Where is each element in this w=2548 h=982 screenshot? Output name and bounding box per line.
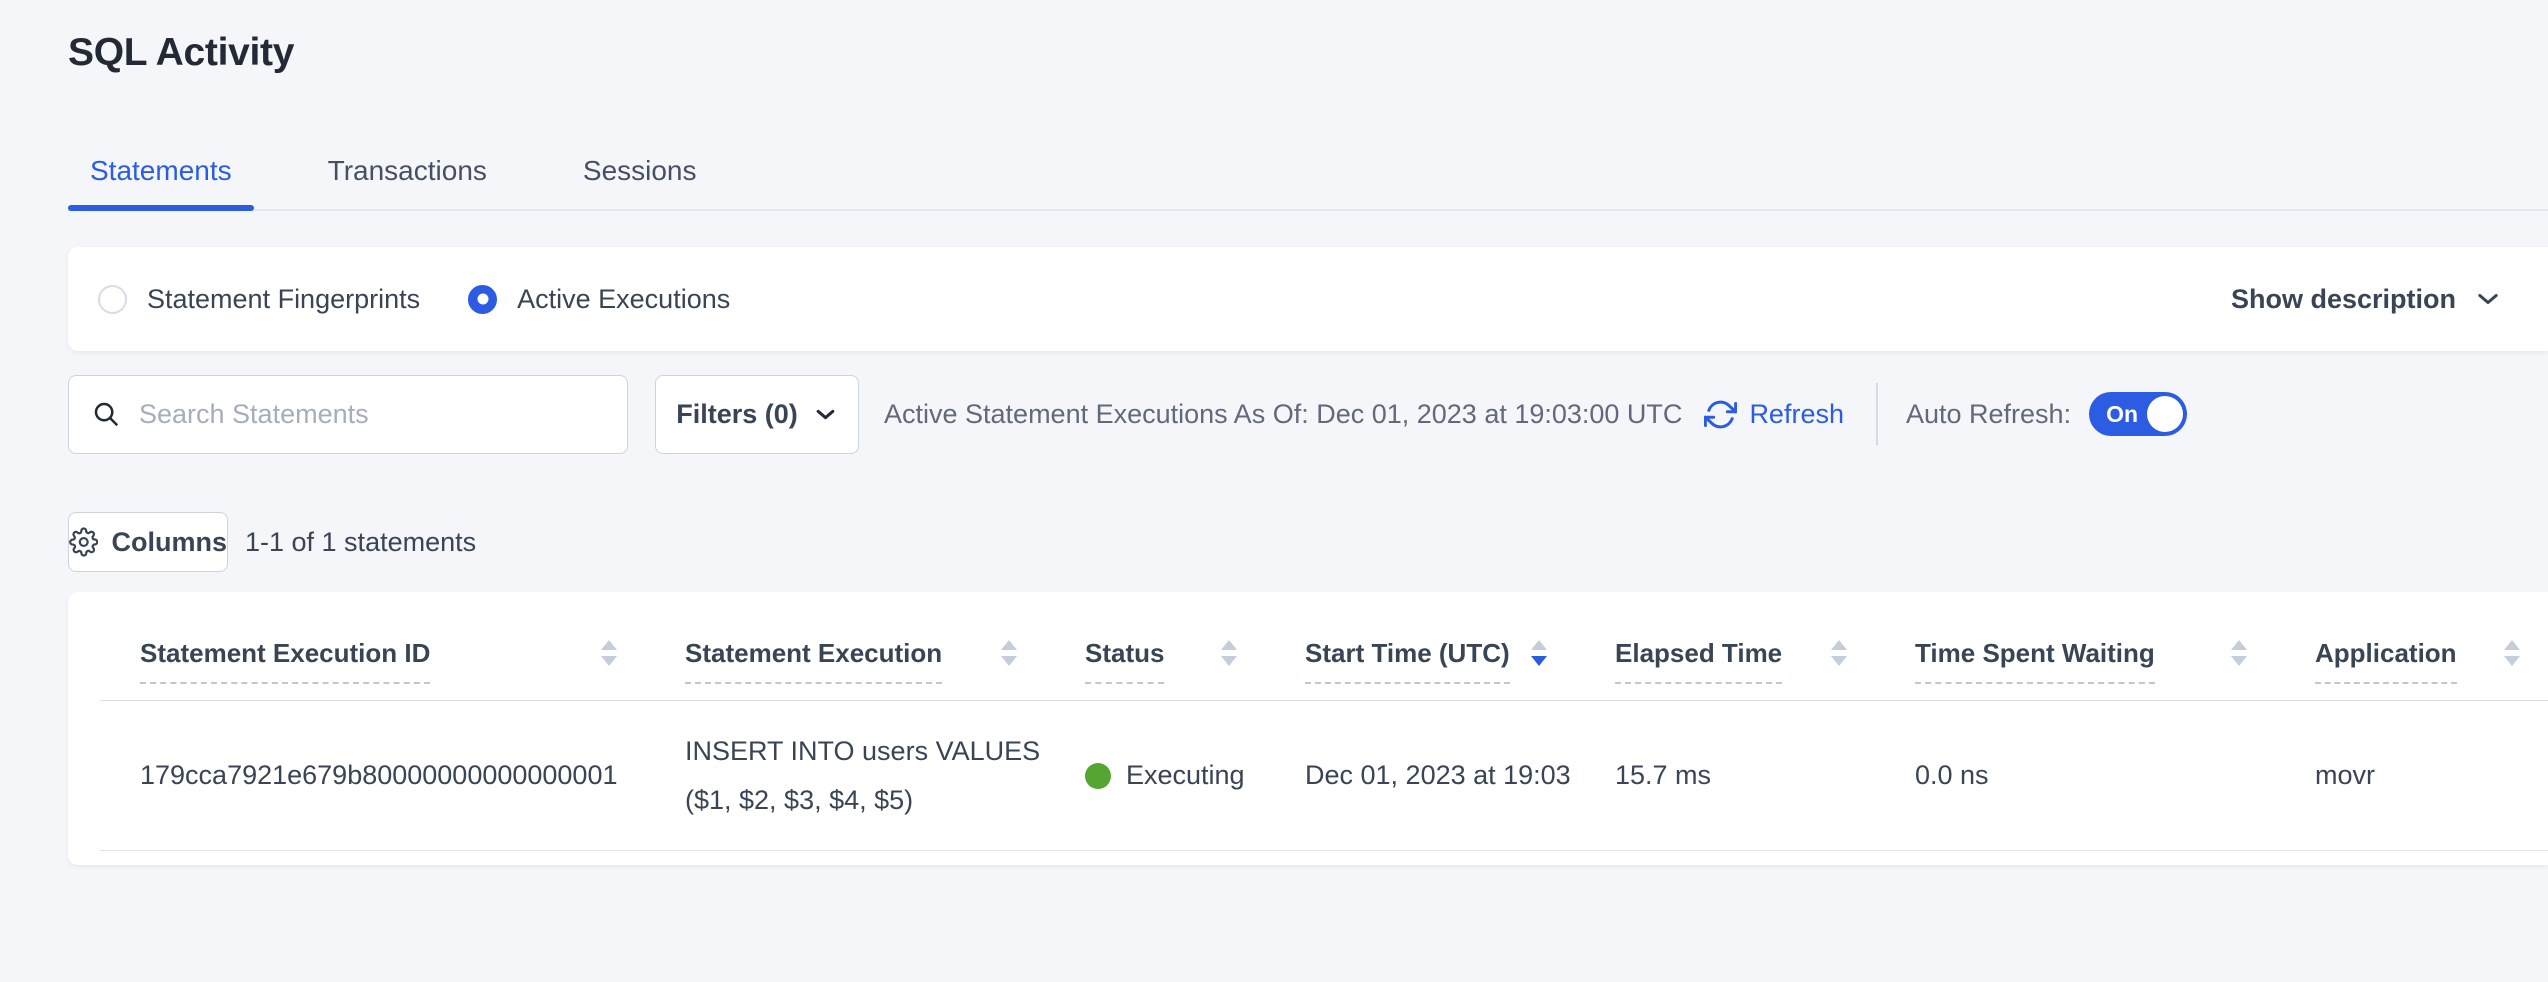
vertical-divider	[1876, 383, 1878, 445]
page-title: SQL Activity	[68, 30, 2548, 76]
table-row[interactable]: 179cca7921e679b80000000000000001 INSERT …	[100, 701, 2548, 851]
cell-execution-id: 179cca7921e679b80000000000000001	[100, 760, 645, 791]
cell-application: movr	[2275, 760, 2548, 791]
cell-statement: INSERT INTO users VALUES ($1, $2, $3, $4…	[645, 727, 1045, 825]
chevron-down-icon	[2474, 285, 2502, 313]
cell-time-spent-waiting: 0.0 ns	[1875, 760, 2275, 791]
auto-refresh-label: Auto Refresh:	[1906, 399, 2071, 430]
as-of-timestamp: Active Statement Executions As Of: Dec 0…	[884, 399, 1682, 430]
sort-icon[interactable]	[601, 636, 617, 666]
tab-transactions[interactable]: Transactions	[306, 154, 509, 209]
column-header[interactable]: Statement Execution ID	[100, 636, 645, 684]
tab-statements[interactable]: Statements	[68, 154, 254, 209]
refresh-button[interactable]: Refresh	[1704, 398, 1844, 431]
tabbar: Statements Transactions Sessions	[68, 154, 2548, 211]
statements-table-card: Statement Execution ID Statement Executi…	[68, 592, 2548, 865]
sql-activity-page: SQL Activity Statements Transactions Ses…	[0, 0, 2548, 982]
filters-button[interactable]: Filters (0)	[655, 375, 859, 454]
sort-icon[interactable]	[2231, 636, 2247, 666]
radio-checked-icon[interactable]	[468, 285, 497, 314]
filters-label: Filters (0)	[676, 399, 798, 430]
sort-icon[interactable]	[1221, 636, 1237, 666]
search-input[interactable]	[139, 399, 609, 430]
view-mode-card: Statement Fingerprints Active Executions…	[68, 247, 2548, 351]
sort-icon[interactable]	[2504, 636, 2520, 666]
column-header[interactable]: Time Spent Waiting	[1875, 636, 2275, 684]
table-header-row: Statement Execution ID Statement Executi…	[100, 636, 2548, 701]
columns-button[interactable]: Columns	[68, 512, 228, 572]
status-dot	[1085, 763, 1111, 789]
sort-icon[interactable]	[1531, 636, 1547, 666]
search-icon	[91, 399, 121, 429]
radio-unchecked-icon[interactable]	[98, 285, 127, 314]
show-description-toggle[interactable]: Show description	[2231, 284, 2502, 315]
table-toolbar: Columns 1-1 of 1 statements	[68, 512, 2548, 572]
statement-line-1: INSERT INTO users VALUES	[685, 727, 1045, 776]
column-header[interactable]: Application	[2275, 636, 2548, 684]
statement-line-2: ($1, $2, $3, $4, $5)	[685, 776, 1045, 825]
refresh-label: Refresh	[1749, 399, 1844, 430]
column-header[interactable]: Statement Execution	[645, 636, 1045, 684]
column-header[interactable]: Status	[1045, 636, 1265, 684]
cell-start-time: Dec 01, 2023 at 19:03	[1265, 760, 1575, 791]
columns-button-label: Columns	[111, 527, 227, 558]
chevron-down-icon	[813, 402, 838, 427]
radio-statement-fingerprints[interactable]: Statement Fingerprints	[98, 284, 420, 315]
cell-status: Executing	[1045, 760, 1265, 791]
controls-row: Filters (0) Active Statement Executions …	[68, 374, 2548, 454]
results-count: 1-1 of 1 statements	[245, 527, 476, 558]
refresh-icon	[1704, 398, 1737, 431]
status-label: Executing	[1126, 760, 1245, 791]
auto-refresh-toggle[interactable]: On	[2089, 392, 2187, 436]
view-mode-radio-group: Statement Fingerprints Active Executions	[98, 284, 778, 315]
tab-sessions[interactable]: Sessions	[561, 154, 719, 209]
column-header[interactable]: Start Time (UTC)	[1265, 636, 1575, 684]
column-header[interactable]: Elapsed Time	[1575, 636, 1875, 684]
toggle-knob[interactable]	[2147, 396, 2183, 432]
radio-label: Active Executions	[517, 284, 730, 315]
sort-icon[interactable]	[1831, 636, 1847, 666]
sort-icon[interactable]	[1001, 636, 1017, 666]
radio-label: Statement Fingerprints	[147, 284, 420, 315]
gear-icon	[69, 527, 98, 557]
search-box[interactable]	[68, 375, 628, 454]
toggle-state-label: On	[2106, 401, 2138, 428]
radio-active-executions[interactable]: Active Executions	[468, 284, 730, 315]
show-description-label: Show description	[2231, 284, 2456, 315]
cell-elapsed-time: 15.7 ms	[1575, 760, 1875, 791]
